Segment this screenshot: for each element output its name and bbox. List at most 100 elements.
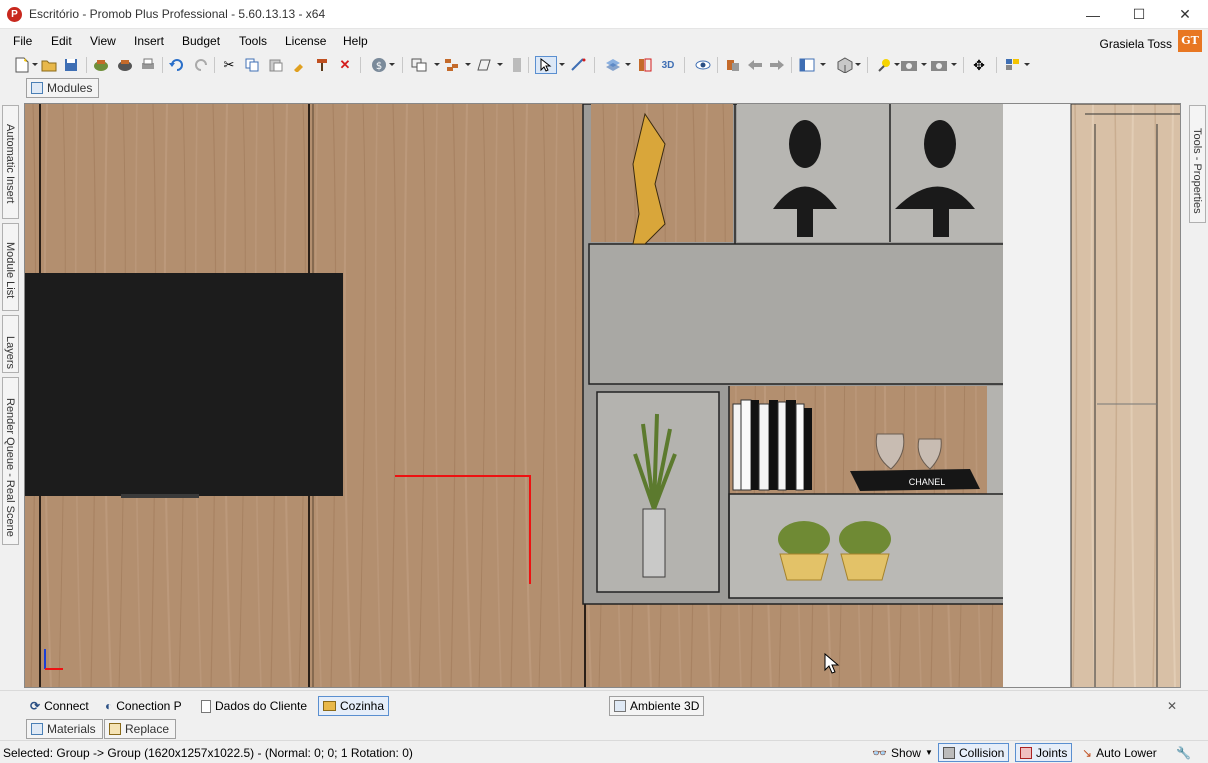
menu-budget[interactable]: Budget: [182, 34, 220, 48]
box-dropdown-icon[interactable]: [855, 63, 861, 66]
hierarchy-dropdown-icon[interactable]: [465, 63, 471, 66]
show-button[interactable]: 👓 Show ▼: [868, 743, 937, 762]
tab-materials-label: Materials: [47, 722, 96, 736]
auto-lower-label: Auto Lower: [1096, 745, 1157, 760]
camera-settings-dropdown-icon[interactable]: [951, 63, 957, 66]
palette-icon[interactable]: [1004, 56, 1022, 74]
close-view-button[interactable]: ✕: [1163, 696, 1181, 716]
select-dropdown-icon[interactable]: [559, 63, 565, 66]
tab-conection-p[interactable]: ◐ Conection P: [101, 696, 186, 716]
side-tab-render-queue[interactable]: Render Queue - Real Scene: [2, 377, 19, 545]
window-title: Escritório - Promob Plus Professional - …: [29, 7, 326, 21]
copy-icon[interactable]: [243, 56, 261, 74]
side-tab-layers[interactable]: Layers: [2, 315, 19, 373]
budget-dropdown-icon[interactable]: [389, 63, 395, 66]
side-tab-label: Automatic Insert: [4, 124, 16, 204]
view-mode-dropdown-icon[interactable]: [820, 63, 826, 66]
user-avatar[interactable]: GT: [1178, 30, 1202, 52]
side-tab-label: Layers: [4, 336, 16, 370]
3d-viewport[interactable]: CHANEL: [24, 103, 1181, 688]
collision-toggle[interactable]: Collision: [938, 743, 1010, 762]
minimize-button[interactable]: —: [1070, 0, 1116, 29]
joints-icon: [1020, 746, 1032, 759]
view-mode-icon[interactable]: [798, 56, 816, 74]
cut-icon[interactable]: ✂: [220, 56, 238, 74]
palette-dropdown-icon[interactable]: [1024, 63, 1030, 66]
bottom-panel-tabs: Materials Replace: [0, 718, 1208, 740]
camera-dropdown-icon[interactable]: [921, 63, 927, 66]
panel-icon[interactable]: [508, 56, 526, 74]
menu-license[interactable]: License: [285, 34, 326, 48]
promob-logo-icon: P: [7, 7, 22, 22]
bust-right: [924, 120, 956, 168]
delete-icon[interactable]: ✕: [336, 56, 354, 74]
box-icon[interactable]: [836, 56, 854, 74]
module-swap-icon[interactable]: [724, 56, 742, 74]
hierarchy-icon[interactable]: [443, 56, 461, 74]
menu-insert[interactable]: Insert: [134, 34, 164, 48]
arrange-icon[interactable]: ✥: [970, 56, 988, 74]
move-right-icon[interactable]: [768, 56, 786, 74]
measure-icon[interactable]: [570, 56, 588, 74]
joints-label: Joints: [1036, 745, 1068, 760]
document-icon: [201, 699, 211, 713]
materials-icon: [31, 723, 43, 735]
redo-icon[interactable]: [192, 56, 210, 74]
select-cursor-icon[interactable]: [535, 56, 557, 74]
menu-tools[interactable]: Tools: [239, 34, 267, 48]
shape-icon[interactable]: [475, 56, 493, 74]
tab-modules[interactable]: Modules: [26, 78, 100, 98]
group-dropdown-icon[interactable]: [434, 63, 440, 66]
budget-icon[interactable]: $: [370, 56, 388, 74]
tab-materials[interactable]: Materials: [26, 719, 103, 739]
tab-connect[interactable]: ⟳ Connect: [26, 696, 93, 716]
save-icon[interactable]: [62, 56, 80, 74]
joints-toggle[interactable]: Joints: [1015, 743, 1073, 762]
wrench-icon: 🔧: [1176, 745, 1191, 760]
menu-help[interactable]: Help: [343, 34, 368, 48]
new-dropdown-icon[interactable]: [32, 63, 38, 66]
tab-cozinha-label: Cozinha: [340, 699, 385, 713]
group-icon[interactable]: [410, 56, 428, 74]
paint-icon[interactable]: [290, 56, 308, 74]
tab-dados-do-cliente-label: Dados do Cliente: [215, 699, 308, 713]
menu-file[interactable]: File: [13, 34, 32, 48]
layers-icon[interactable]: [604, 56, 622, 74]
print-icon[interactable]: [139, 56, 157, 74]
scene-canvas[interactable]: CHANEL: [25, 104, 1181, 688]
hammer-icon[interactable]: [313, 56, 331, 74]
undo-icon[interactable]: [168, 56, 186, 74]
show-label: Show: [890, 745, 921, 760]
tools-button[interactable]: 🔧: [1172, 743, 1195, 762]
camera-icon[interactable]: [900, 56, 918, 74]
bust-left: [789, 120, 821, 168]
camera-settings-icon[interactable]: [930, 56, 948, 74]
light-icon[interactable]: [876, 56, 894, 74]
side-tab-module-list[interactable]: Module List: [2, 223, 19, 311]
maximize-button[interactable]: ☐: [1116, 0, 1162, 29]
new-icon[interactable]: [13, 56, 31, 74]
elevation-icon[interactable]: [636, 56, 654, 74]
paste-icon[interactable]: [267, 56, 285, 74]
tab-cozinha[interactable]: Cozinha: [318, 696, 390, 716]
tab-replace[interactable]: Replace: [104, 719, 177, 739]
render-settings-icon[interactable]: [116, 56, 134, 74]
side-tab-automatic-insert[interactable]: Automatic Insert: [2, 105, 19, 219]
auto-lower-toggle[interactable]: ↘ Auto Lower: [1078, 743, 1161, 762]
side-tab-tools-properties[interactable]: Tools - Properties: [1189, 105, 1206, 223]
close-button[interactable]: ✕: [1162, 0, 1208, 29]
tab-ambiente-3d[interactable]: Ambiente 3D: [609, 696, 705, 716]
eye-icon[interactable]: [694, 56, 712, 74]
tab-connect-label: Connect: [44, 699, 89, 713]
collision-label: Collision: [959, 745, 1005, 760]
tab-dados-do-cliente[interactable]: Dados do Cliente: [197, 696, 311, 716]
menu-edit[interactable]: Edit: [51, 34, 72, 48]
layers-dropdown-icon[interactable]: [625, 63, 631, 66]
left-side-panel-tabs: Automatic Insert Module List Layers Rend…: [0, 103, 22, 688]
menu-view[interactable]: View: [90, 34, 116, 48]
view-3d-icon[interactable]: 3D: [659, 56, 677, 74]
render-icon[interactable]: [92, 56, 110, 74]
open-folder-icon[interactable]: [40, 56, 58, 74]
move-left-icon[interactable]: [746, 56, 764, 74]
shape-dropdown-icon[interactable]: [497, 63, 503, 66]
